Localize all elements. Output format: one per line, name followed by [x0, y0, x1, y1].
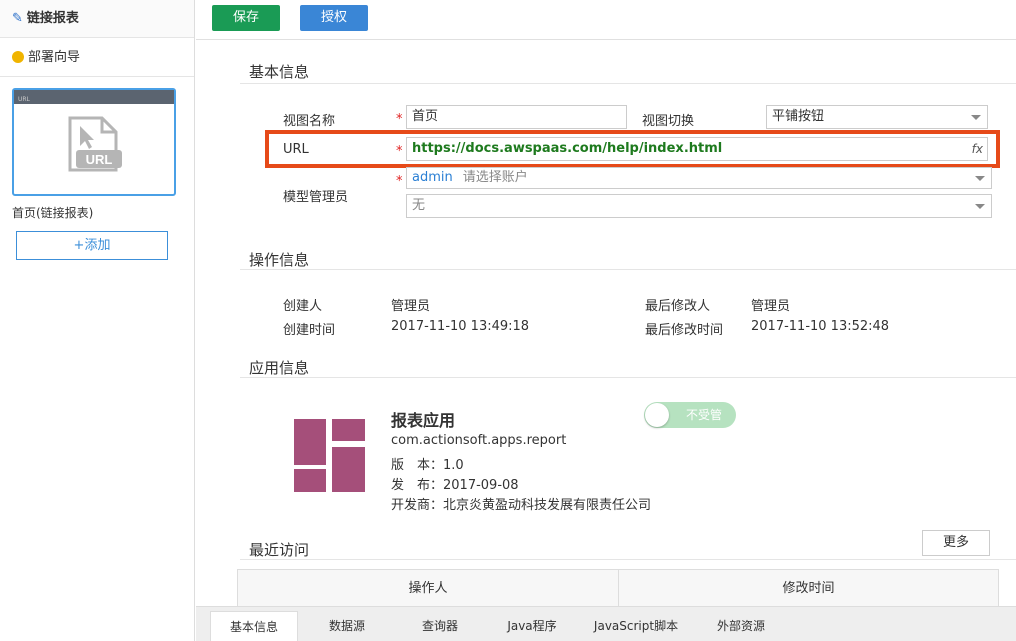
- required-mark: *: [396, 112, 403, 127]
- add-button-label: 添加: [84, 238, 111, 253]
- creator-label: 创建人: [283, 299, 323, 314]
- admin-account-select[interactable]: admin 请选择账户: [406, 167, 992, 189]
- created-time-label: 创建时间: [283, 323, 336, 338]
- chevron-down-icon: [975, 176, 985, 181]
- view-switch-value: 平铺按钮: [772, 109, 825, 124]
- admin-secondary-select[interactable]: 无: [406, 194, 992, 218]
- bottom-tabs: 基本信息 数据源 查询器 Java程序 JavaScript脚本 外部资源: [196, 606, 1016, 641]
- authorize-button[interactable]: 授权: [300, 5, 368, 31]
- modifier-label: 最后修改人: [645, 299, 711, 314]
- view-name-label: 视图名称: [283, 114, 336, 129]
- url-icon-text: URL: [86, 152, 113, 167]
- view-switch-select[interactable]: 平铺按钮: [766, 105, 988, 129]
- section-divider: [240, 269, 1016, 270]
- view-thumbnail[interactable]: URL URL: [12, 88, 176, 196]
- highlight-box: [265, 130, 1000, 168]
- sidebar: ✎ 链接报表 部署向导 URL URL 首页(链接报表) +添加: [0, 0, 195, 641]
- toolbar: 保存 授权: [196, 0, 1016, 40]
- app-release: 发 布：2017-09-08: [391, 478, 519, 493]
- plus-icon: +: [73, 238, 85, 253]
- coin-icon: [12, 50, 24, 63]
- app-id: com.actionsoft.apps.report: [391, 433, 567, 448]
- required-mark: *: [396, 174, 403, 189]
- recent-table: 操作人 修改时间: [237, 569, 999, 606]
- modified-time-label: 最后修改时间: [645, 323, 724, 338]
- toggle-label: 不受管: [686, 408, 723, 422]
- basic-info-title: 基本信息: [249, 63, 310, 81]
- tab-javascript[interactable]: JavaScript脚本: [580, 611, 692, 641]
- more-button[interactable]: 更多: [922, 530, 990, 556]
- chevron-down-icon: [971, 115, 981, 120]
- tab-java-program[interactable]: Java程序: [488, 611, 576, 641]
- deploy-wizard-label: 部署向导: [28, 50, 81, 65]
- tab-query[interactable]: 查询器: [396, 611, 484, 641]
- section-divider: [240, 83, 1016, 84]
- thumbnail-label: 首页(链接报表): [12, 206, 94, 220]
- app-developer: 开发商：北京炎黄盈动科技发展有限责任公司: [391, 498, 652, 513]
- view-name-input[interactable]: 首页: [406, 105, 627, 129]
- modified-time-value: 2017-11-10 13:52:48: [751, 319, 890, 334]
- recent-title: 最近访问: [249, 541, 310, 559]
- thumbnail-titlebar: URL: [14, 90, 174, 104]
- creator-value: 管理员: [391, 299, 431, 314]
- view-switch-label: 视图切换: [642, 114, 695, 129]
- managed-toggle[interactable]: 不受管: [644, 402, 736, 428]
- chevron-down-icon: [975, 204, 985, 209]
- section-divider: [240, 377, 1016, 378]
- section-divider: [240, 559, 1016, 560]
- app-name: 报表应用: [391, 411, 456, 430]
- tab-data-source[interactable]: 数据源: [302, 611, 392, 641]
- deploy-wizard-link[interactable]: 部署向导: [0, 38, 194, 77]
- modifier-value: 管理员: [751, 299, 791, 314]
- sidebar-title-label: 链接报表: [26, 11, 79, 26]
- app-version: 版 本：1.0: [391, 458, 464, 473]
- column-header-operator[interactable]: 操作人: [238, 570, 619, 606]
- ops-info-title: 操作信息: [249, 251, 310, 269]
- thumbnail-bar-text: URL: [18, 96, 30, 103]
- admin-secondary-value: 无: [412, 198, 426, 213]
- model-admin-label: 模型管理员: [283, 190, 349, 205]
- url-document-icon: URL: [68, 116, 122, 172]
- save-button[interactable]: 保存: [212, 5, 280, 31]
- account-placeholder: 请选择账户: [462, 170, 528, 185]
- sidebar-title: ✎ 链接报表: [0, 0, 194, 38]
- admin-tag[interactable]: admin: [412, 170, 453, 185]
- tab-basic-info[interactable]: 基本信息: [210, 611, 298, 641]
- tab-external-resources[interactable]: 外部资源: [696, 611, 786, 641]
- app-info-title: 应用信息: [249, 359, 310, 377]
- column-header-modified-time[interactable]: 修改时间: [619, 570, 998, 606]
- created-time-value: 2017-11-10 13:49:18: [391, 319, 530, 334]
- main-content: 基本信息 视图名称 * 首页 视图切换 平铺按钮 URL * https://d…: [196, 41, 1016, 606]
- add-button[interactable]: +添加: [16, 231, 168, 260]
- pencil-icon: ✎: [12, 11, 23, 26]
- toggle-knob: [645, 403, 669, 427]
